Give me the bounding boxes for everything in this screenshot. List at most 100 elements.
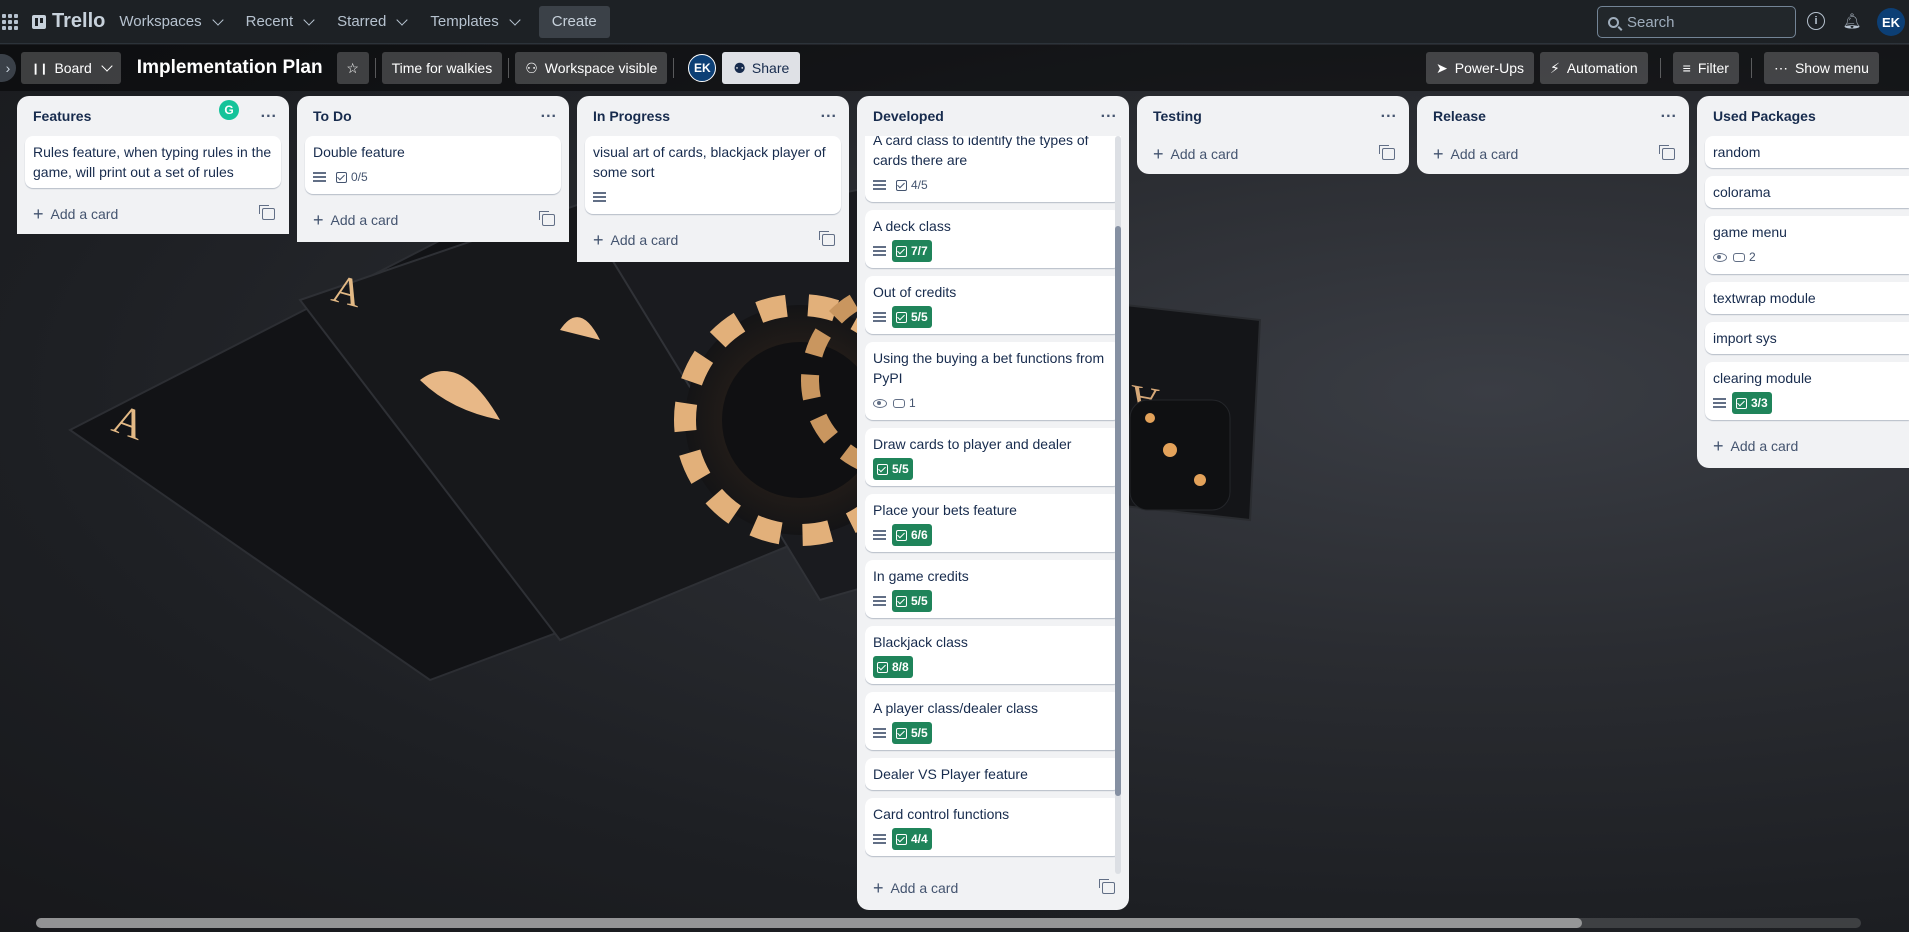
add-card-button[interactable]: + Add a card <box>873 878 958 899</box>
lightning-icon: ⚡︎ <box>1549 59 1560 76</box>
list-features: Features... Rules feature, when typing r… <box>17 96 289 234</box>
checklist-badge: 5/5 <box>892 306 932 328</box>
app-switcher-icon[interactable] <box>2 13 18 30</box>
list-title[interactable]: Used Packages <box>1713 108 1816 124</box>
list-scrollbar[interactable] <box>1115 136 1121 874</box>
board-title[interactable]: Implementation Plan <box>137 57 323 79</box>
comments-badge: 1 <box>893 393 916 413</box>
card[interactable]: Rules feature, when typing rules in the … <box>25 136 281 188</box>
card[interactable]: A deck class 7/7 <box>865 210 1121 268</box>
list-menu-icon[interactable]: ... <box>821 104 837 122</box>
card[interactable]: game menu 2 <box>1705 216 1909 274</box>
visibility-button[interactable]: ⚇ Workspace visible <box>515 52 668 84</box>
card-template-icon[interactable] <box>819 231 835 246</box>
card-template-icon[interactable] <box>259 205 275 220</box>
card[interactable]: import sys <box>1705 322 1909 354</box>
automation-button[interactable]: ⚡︎ Automation <box>1539 52 1648 84</box>
card-template-icon[interactable] <box>1099 879 1115 894</box>
create-button[interactable]: Create <box>538 5 610 38</box>
description-icon <box>313 172 326 182</box>
card[interactable]: clearing module 3/3 <box>1705 362 1909 420</box>
chevron-down-icon <box>211 13 224 26</box>
templates-menu[interactable]: Templates <box>420 6 528 38</box>
board-member-avatar[interactable]: EK <box>688 54 717 82</box>
bell-icon[interactable]: 🔔︎ <box>1842 12 1861 30</box>
watch-eye-icon <box>873 398 887 408</box>
card[interactable]: Card control functions 4/4 <box>865 798 1121 856</box>
card[interactable]: Draw cards to player and dealer 5/5 <box>865 428 1121 486</box>
trello-logo-icon <box>32 14 46 29</box>
card[interactable]: A player class/dealer class 5/5 <box>865 692 1121 750</box>
list-title[interactable]: Developed <box>873 108 944 124</box>
powerups-button[interactable]: ➤ Power-Ups <box>1426 52 1534 84</box>
checklist-count: 3/3 <box>1751 396 1768 410</box>
card[interactable]: Using the buying a bet functions from Py… <box>865 342 1121 420</box>
checklist-count: 5/5 <box>892 462 909 476</box>
recent-menu[interactable]: Recent <box>236 6 324 38</box>
comment-count: 1 <box>909 396 916 410</box>
user-avatar[interactable]: EK <box>1877 8 1905 36</box>
list-title[interactable]: Release <box>1433 108 1486 124</box>
list-menu-icon[interactable]: ... <box>1381 104 1397 122</box>
info-icon[interactable]: i <box>1807 12 1825 30</box>
list-title[interactable]: Testing <box>1153 108 1202 124</box>
board-horizontal-scrollbar[interactable] <box>36 918 1861 928</box>
add-card-button[interactable]: + Add a card <box>1433 144 1518 165</box>
list-title[interactable]: Features <box>33 108 91 124</box>
card[interactable]: A card class to identify the types of ca… <box>865 136 1121 202</box>
scrollbar-thumb[interactable] <box>36 918 1582 928</box>
add-card-button[interactable]: + Add a card <box>593 230 678 251</box>
card-title: Using the buying a bet functions from Py… <box>873 350 1105 386</box>
card[interactable]: Dealer VS Player feature <box>865 758 1121 790</box>
list-release: Release... + Add a card <box>1417 96 1689 174</box>
list-menu-icon[interactable]: ... <box>261 104 277 122</box>
card[interactable]: Double feature 0/5 <box>305 136 561 194</box>
list-title[interactable]: In Progress <box>593 108 670 124</box>
card[interactable]: Out of credits 5/5 <box>865 276 1121 334</box>
card[interactable]: visual art of cards, blackjack player of… <box>585 136 841 214</box>
card[interactable]: Blackjack class 8/8 <box>865 626 1121 684</box>
plus-icon: + <box>1713 435 1724 456</box>
search-input[interactable]: Search <box>1597 6 1796 38</box>
card[interactable]: Place your bets feature 6/6 <box>865 494 1121 552</box>
card[interactable]: In game credits 5/5 <box>865 560 1121 618</box>
checklist-count: 8/8 <box>892 660 909 674</box>
add-card-button[interactable]: + Add a card <box>313 210 398 231</box>
people-icon: ⚇ <box>525 59 538 76</box>
card[interactable]: random <box>1705 136 1909 168</box>
sidebar-expand-icon[interactable]: › <box>0 54 16 82</box>
checklist-icon <box>896 245 907 257</box>
list-title[interactable]: To Do <box>313 108 352 124</box>
description-icon <box>873 728 886 738</box>
grammarly-icon[interactable]: G <box>219 100 239 120</box>
card[interactable]: textwrap module <box>1705 282 1909 314</box>
share-button[interactable]: ⚉ Share <box>722 52 801 84</box>
card-template-icon[interactable] <box>1659 145 1675 160</box>
starred-menu[interactable]: Starred <box>327 6 416 38</box>
show-menu-button[interactable]: ⋯ Show menu <box>1763 52 1879 84</box>
list-menu-icon[interactable]: ... <box>1661 104 1677 122</box>
workspaces-menu[interactable]: Workspaces <box>109 6 231 38</box>
checklist-count: 4/4 <box>911 832 928 846</box>
plus-icon: + <box>33 203 44 224</box>
card[interactable]: colorama <box>1705 176 1909 208</box>
add-card-label: Add a card <box>50 206 119 222</box>
card-title: Card control functions <box>873 806 1010 822</box>
card-title: colorama <box>1713 184 1771 200</box>
list-menu-icon[interactable]: ... <box>541 104 557 122</box>
custom-board-button[interactable]: Time for walkies <box>381 52 503 84</box>
list-menu-icon[interactable]: ... <box>1101 104 1117 122</box>
card-template-icon[interactable] <box>1379 145 1395 160</box>
view-label: Board <box>54 60 92 76</box>
filter-button[interactable]: ≡ Filter <box>1672 52 1739 84</box>
add-card-button[interactable]: + Add a card <box>33 204 118 225</box>
list-used-packages: Used Packages random colorama game menu … <box>1697 96 1909 468</box>
card-template-icon[interactable] <box>539 211 555 226</box>
card-scroll-area[interactable]: A card class to identify the types of ca… <box>865 136 1121 874</box>
view-switcher-button[interactable]: ❙❙ Board <box>21 52 121 84</box>
add-card-button[interactable]: + Add a card <box>1713 436 1798 457</box>
star-button[interactable]: ☆ <box>336 52 369 84</box>
trello-logo[interactable]: Trello <box>32 10 105 33</box>
add-card-button[interactable]: + Add a card <box>1153 144 1238 165</box>
checklist-badge: 3/3 <box>1732 392 1772 414</box>
